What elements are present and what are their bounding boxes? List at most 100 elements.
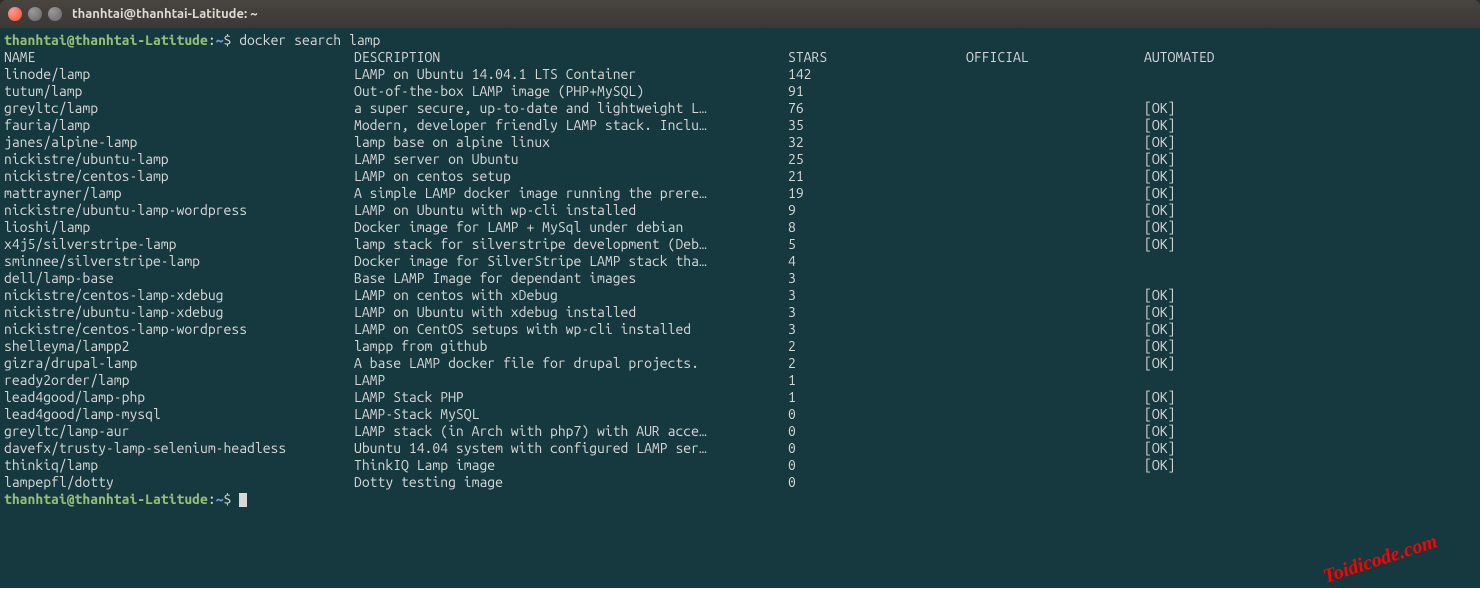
cell-stars: 1 xyxy=(788,372,966,389)
cell-stars: 0 xyxy=(788,474,966,491)
cell-automated: [OK] xyxy=(1144,457,1175,474)
table-row: linode/lampLAMP on Ubuntu 14.04.1 LTS Co… xyxy=(4,66,1476,83)
cell-description: LAMP server on Ubuntu xyxy=(354,151,788,168)
cell-name: nickistre/ubuntu-lamp xyxy=(4,151,354,168)
cell-name: lampepfl/dotty xyxy=(4,474,354,491)
table-row: gizra/drupal-lampA base LAMP docker file… xyxy=(4,355,1476,372)
cell-name: nickistre/ubuntu-lamp-xdebug xyxy=(4,304,354,321)
cell-description: LAMP on centos with xDebug xyxy=(354,287,788,304)
cell-description: lamp base on alpine linux xyxy=(354,134,788,151)
cell-description: LAMP on Ubuntu with xdebug installed xyxy=(354,304,788,321)
minimize-icon[interactable] xyxy=(28,7,42,21)
cell-automated: [OK] xyxy=(1144,236,1175,253)
cell-automated: [OK] xyxy=(1144,134,1175,151)
cell-name: thinkiq/lamp xyxy=(4,457,354,474)
cell-name: janes/alpine-lamp xyxy=(4,134,354,151)
table-row: nickistre/centos-lampLAMP on centos setu… xyxy=(4,168,1476,185)
cell-name: x4j5/silverstripe-lamp xyxy=(4,236,354,253)
cell-name: lead4good/lamp-mysql xyxy=(4,406,354,423)
cell-stars: 3 xyxy=(788,304,966,321)
header-name: NAME xyxy=(4,49,354,66)
cell-description: Base LAMP Image for dependant images xyxy=(354,270,788,287)
cell-description: LAMP on CentOS setups with wp-cli instal… xyxy=(354,321,788,338)
cell-description: lamp stack for silverstripe development … xyxy=(354,236,788,253)
terminal-output[interactable]: thanhtai@thanhtai-Latitude:~$ docker sea… xyxy=(0,28,1480,588)
table-row: davefx/trusty-lamp-selenium-headlessUbun… xyxy=(4,440,1476,457)
table-row: janes/alpine-lamplamp base on alpine lin… xyxy=(4,134,1476,151)
cell-description: ThinkIQ Lamp image xyxy=(354,457,788,474)
cell-stars: 32 xyxy=(788,134,966,151)
cell-name: dell/lamp-base xyxy=(4,270,354,287)
cell-stars: 8 xyxy=(788,219,966,236)
cell-automated: [OK] xyxy=(1144,168,1175,185)
cell-automated: [OK] xyxy=(1144,304,1175,321)
cell-automated: [OK] xyxy=(1144,202,1175,219)
table-row: tutum/lampOut-of-the-box LAMP image (PHP… xyxy=(4,83,1476,100)
cell-stars: 3 xyxy=(788,287,966,304)
header-automated: AUTOMATED xyxy=(1144,49,1215,66)
table-row: greyltc/lampa super secure, up-to-date a… xyxy=(4,100,1476,117)
cell-stars: 2 xyxy=(788,338,966,355)
cell-name: mattrayner/lamp xyxy=(4,185,354,202)
table-row: mattrayner/lampA simple LAMP docker imag… xyxy=(4,185,1476,202)
terminal-window: thanhtai@thanhtai-Latitude: ~ thanhtai@t… xyxy=(0,0,1480,588)
cell-name: ready2order/lamp xyxy=(4,372,354,389)
cell-name: nickistre/ubuntu-lamp-wordpress xyxy=(4,202,354,219)
cell-stars: 91 xyxy=(788,83,966,100)
cell-description: Out-of-the-box LAMP image (PHP+MySQL) xyxy=(354,83,788,100)
table-row: lampepfl/dottyDotty testing image0 xyxy=(4,474,1476,491)
cell-stars: 0 xyxy=(788,423,966,440)
cell-description: A simple LAMP docker image running the p… xyxy=(354,185,788,202)
prompt-path-2: ~ xyxy=(216,491,224,507)
window-title: thanhtai@thanhtai-Latitude: ~ xyxy=(72,7,258,21)
cell-description: A base LAMP docker file for drupal proje… xyxy=(354,355,788,372)
cell-description: Modern, developer friendly LAMP stack. I… xyxy=(354,117,788,134)
table-row: ready2order/lampLAMP1 xyxy=(4,372,1476,389)
table-row: lioshi/lampDocker image for LAMP + MySql… xyxy=(4,219,1476,236)
cell-description: Ubuntu 14.04 system with configured LAMP… xyxy=(354,440,788,457)
cell-automated: [OK] xyxy=(1144,151,1175,168)
cell-description: Dotty testing image xyxy=(354,474,788,491)
cell-name: nickistre/centos-lamp-xdebug xyxy=(4,287,354,304)
cell-stars: 25 xyxy=(788,151,966,168)
table-row: x4j5/silverstripe-lamplamp stack for sil… xyxy=(4,236,1476,253)
cell-stars: 9 xyxy=(788,202,966,219)
table-row: nickistre/ubuntu-lamp-wordpressLAMP on U… xyxy=(4,202,1476,219)
cell-stars: 76 xyxy=(788,100,966,117)
table-row: lead4good/lamp-phpLAMP Stack PHP1[OK] xyxy=(4,389,1476,406)
titlebar[interactable]: thanhtai@thanhtai-Latitude: ~ xyxy=(0,0,1480,28)
cell-stars: 21 xyxy=(788,168,966,185)
cell-stars: 35 xyxy=(788,117,966,134)
cell-automated: [OK] xyxy=(1144,406,1175,423)
cell-automated: [OK] xyxy=(1144,287,1175,304)
header-row: NAMEDESCRIPTIONSTARSOFFICIALAUTOMATED xyxy=(4,49,1476,66)
cursor-icon xyxy=(239,493,247,507)
table-row: nickistre/ubuntu-lamp-xdebugLAMP on Ubun… xyxy=(4,304,1476,321)
cell-automated: [OK] xyxy=(1144,440,1175,457)
cell-stars: 19 xyxy=(788,185,966,202)
prompt-line: thanhtai@thanhtai-Latitude:~$ docker sea… xyxy=(4,32,1476,49)
cell-name: tutum/lamp xyxy=(4,83,354,100)
cell-name: shelleyma/lampp2 xyxy=(4,338,354,355)
table-row: thinkiq/lampThinkIQ Lamp image0[OK] xyxy=(4,457,1476,474)
cell-name: linode/lamp xyxy=(4,66,354,83)
cell-description: LAMP on Ubuntu with wp-cli installed xyxy=(354,202,788,219)
cell-stars: 1 xyxy=(788,389,966,406)
table-row: dell/lamp-baseBase LAMP Image for depend… xyxy=(4,270,1476,287)
cell-description: LAMP on centos setup xyxy=(354,168,788,185)
cell-description: LAMP xyxy=(354,372,788,389)
cell-name: lead4good/lamp-php xyxy=(4,389,354,406)
prompt-line-2: thanhtai@thanhtai-Latitude:~$ xyxy=(4,491,1476,508)
cell-description: LAMP-Stack MySQL xyxy=(354,406,788,423)
cell-description: Docker image for LAMP + MySql under debi… xyxy=(354,219,788,236)
cell-stars: 2 xyxy=(788,355,966,372)
close-icon[interactable] xyxy=(8,7,22,21)
maximize-icon[interactable] xyxy=(48,7,62,21)
table-row: lead4good/lamp-mysqlLAMP-Stack MySQL0 [OK… xyxy=(4,406,1476,423)
cell-stars: 0 xyxy=(788,406,966,423)
prompt-path: ~ xyxy=(216,32,224,48)
cell-description: Docker image for SilverStripe LAMP stack… xyxy=(354,253,788,270)
cell-name: greyltc/lamp xyxy=(4,100,354,117)
cell-name: greyltc/lamp-aur xyxy=(4,423,354,440)
cell-automated: [OK] xyxy=(1144,321,1175,338)
